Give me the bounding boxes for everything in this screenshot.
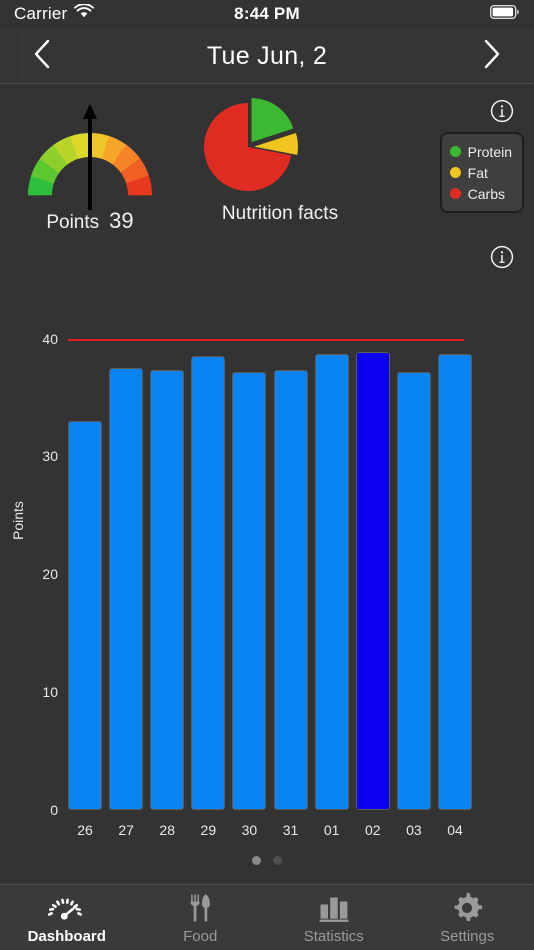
x-axis-tick-label: 27 [109, 822, 143, 838]
bar-selected[interactable] [356, 352, 390, 810]
plot-area: 26 27 28 29 30 31 01 02 03 04 [68, 285, 472, 845]
y-axis-tick-label: 20 [12, 566, 58, 582]
x-axis-labels: 26 27 28 29 30 31 01 02 03 04 [68, 815, 472, 845]
bar[interactable] [315, 354, 349, 810]
bar[interactable] [191, 356, 225, 810]
bar-column[interactable] [68, 315, 102, 810]
fork-knife-icon [184, 891, 216, 925]
legend-color-swatch-fat [450, 167, 461, 178]
bar-column[interactable] [397, 315, 431, 810]
y-axis-tick-label: 30 [12, 448, 58, 464]
nutrition-info-icon[interactable] [490, 99, 514, 123]
x-axis-tick-label: 02 [356, 822, 390, 838]
nutrition-legend: Protein Fat Carbs [440, 132, 524, 213]
bar[interactable] [150, 370, 184, 810]
speedometer-icon [45, 891, 89, 925]
chart-info-icon[interactable] [490, 245, 514, 269]
bar-column[interactable] [232, 315, 266, 810]
x-axis-tick-label: 30 [232, 822, 266, 838]
status-bar-right [490, 5, 520, 24]
pie-caption: Nutrition facts [180, 203, 380, 225]
bar-column[interactable] [438, 315, 472, 810]
pie-slice [252, 98, 294, 142]
tab-label-food: Food [183, 928, 217, 945]
bar-chart-icon [317, 891, 351, 925]
bar[interactable] [232, 372, 266, 810]
legend-label-protein: Protein [468, 144, 512, 160]
x-axis-tick-label: 28 [150, 822, 184, 838]
gauge-graphic [0, 105, 180, 210]
legend-color-swatch-carbs [450, 188, 461, 199]
tab-label-statistics: Statistics [304, 928, 364, 945]
tab-settings[interactable]: Settings [401, 885, 534, 950]
gauge-caption: Points 39 [0, 208, 180, 234]
tab-label-settings: Settings [440, 928, 494, 945]
gauge-value-text: 39 [109, 208, 133, 234]
legend-label-carbs: Carbs [468, 186, 505, 202]
tab-statistics[interactable]: Statistics [267, 885, 401, 950]
bar[interactable] [438, 354, 472, 810]
x-axis-tick-label: 31 [274, 822, 308, 838]
tab-food[interactable]: Food [134, 885, 268, 950]
x-axis-tick-label: 26 [68, 822, 102, 838]
y-axis-ticks: 0 10 20 30 40 [12, 285, 58, 845]
bar-column[interactable] [191, 315, 225, 810]
legend-item: Protein [450, 141, 512, 162]
x-axis-tick-label: 01 [315, 822, 349, 838]
tab-dashboard[interactable]: Dashboard [0, 885, 134, 950]
points-bar-chart[interactable]: Points 010203040 26272829303101020304 [0, 285, 534, 845]
page-dot[interactable] [252, 856, 261, 865]
status-bar: Carrier 8:44 PM [0, 0, 534, 28]
bar[interactable] [274, 370, 308, 810]
x-axis-tick-label: 03 [397, 822, 431, 838]
summary-panel: Points 39 Nutrition facts Protein Fat Ca… [0, 85, 534, 285]
page-indicator[interactable] [0, 856, 534, 865]
page-dot[interactable] [273, 856, 282, 865]
bar-series [68, 315, 472, 810]
legend-color-swatch-protein [450, 146, 461, 157]
x-axis-tick-label: 04 [438, 822, 472, 838]
legend-item: Fat [450, 162, 512, 183]
tab-label-dashboard: Dashboard [28, 928, 106, 945]
navigation-header: Tue Jun, 2 [0, 28, 534, 84]
y-axis-tick-label: 10 [12, 684, 58, 700]
bar-column[interactable] [356, 315, 390, 810]
next-day-button[interactable] [464, 28, 520, 84]
page-title: Tue Jun, 2 [0, 28, 534, 84]
bar[interactable] [68, 421, 102, 810]
battery-icon [490, 5, 520, 24]
bar-column[interactable] [109, 315, 143, 810]
y-axis-tick-label: 40 [12, 331, 58, 347]
bar-column[interactable] [315, 315, 349, 810]
legend-label-fat: Fat [468, 165, 488, 181]
nutrition-pie-chart[interactable]: Nutrition facts [180, 97, 380, 247]
chevron-right-icon [482, 38, 502, 75]
bottom-tab-bar: Dashboard Food [0, 884, 534, 950]
status-bar-clock: 8:44 PM [0, 4, 534, 24]
x-axis-tick-label: 29 [191, 822, 225, 838]
points-gauge[interactable]: Points 39 [0, 105, 180, 245]
bar[interactable] [397, 372, 431, 810]
y-axis-tick-label: 0 [12, 802, 58, 818]
bar[interactable] [109, 368, 143, 810]
pie-graphic [180, 97, 380, 202]
gauge-label-text: Points [46, 212, 99, 234]
legend-item: Carbs [450, 183, 512, 204]
gear-icon [450, 891, 484, 925]
bar-column[interactable] [150, 315, 184, 810]
bar-column[interactable] [274, 315, 308, 810]
